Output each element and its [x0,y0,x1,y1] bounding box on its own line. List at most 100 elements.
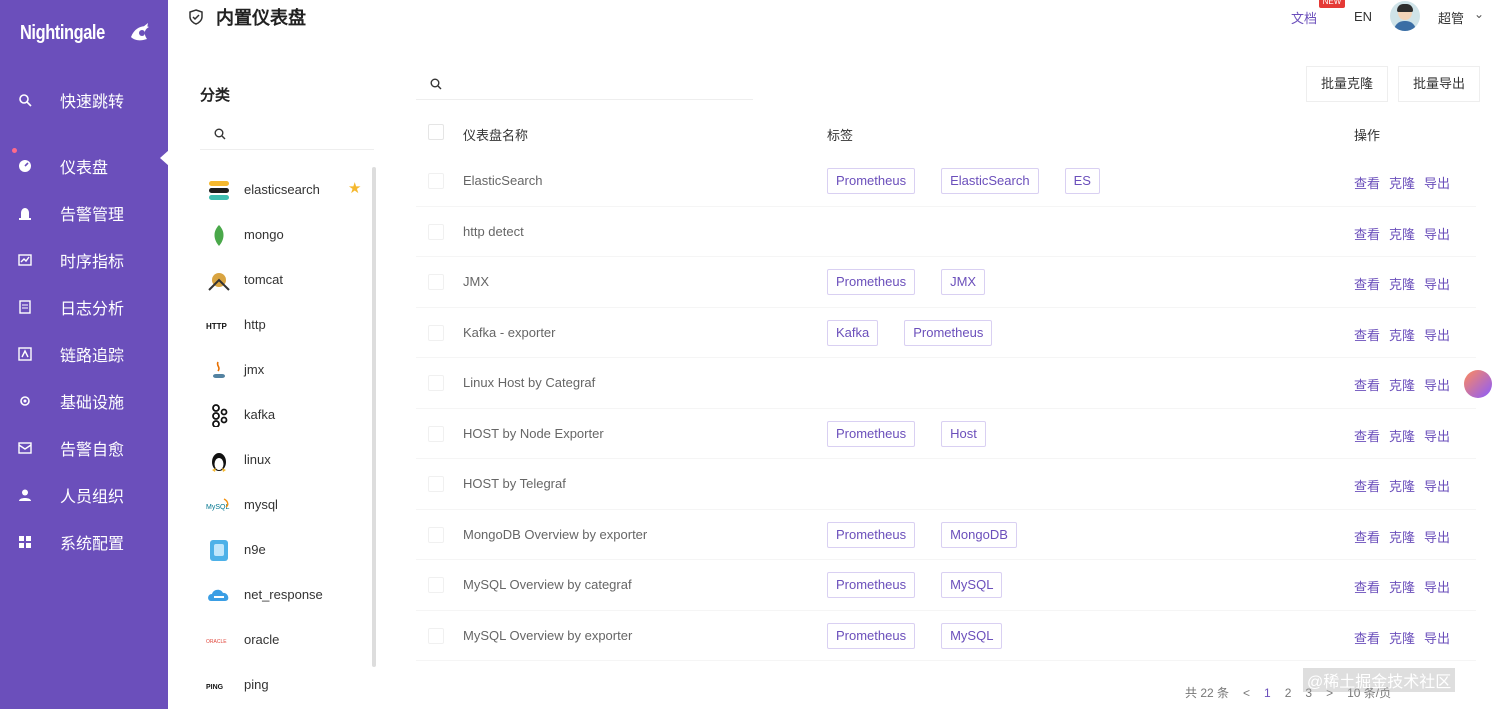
category-item[interactable]: MySQL mysql [206,482,372,527]
batch-clone-button[interactable]: 批量克隆 [1306,66,1389,102]
category-item[interactable]: PING ping [206,662,372,707]
dashboard-search-input[interactable] [416,66,753,100]
row-checkbox[interactable] [428,526,444,543]
export-link[interactable]: 导出 [1424,325,1450,344]
language-switch[interactable]: EN [1354,9,1372,24]
row-checkbox[interactable] [428,476,444,492]
clone-link[interactable]: 克隆 [1389,375,1415,394]
category-item[interactable]: ORACLE oracle [206,617,372,662]
sidebar-item[interactable]: 告警管理 [0,189,168,236]
view-link[interactable]: 查看 [1354,476,1380,495]
dashboard-name[interactable]: MongoDB Overview by exporter [463,527,647,542]
logo[interactable]: Nightingale [20,22,151,45]
export-link[interactable]: 导出 [1424,173,1450,192]
clone-link[interactable]: 克隆 [1389,628,1415,647]
user-name[interactable]: 超管 [1438,8,1464,27]
sidebar-item[interactable]: 系统配置 [0,518,168,565]
pagination-prev-icon[interactable]: < [1243,686,1250,700]
tag-badge[interactable]: MongoDB [941,521,1017,548]
dashboard-name[interactable]: Kafka - exporter [463,325,556,340]
dashboard-name[interactable]: HOST by Node Exporter [463,426,604,441]
view-link[interactable]: 查看 [1354,325,1380,344]
batch-export-button[interactable]: 批量导出 [1398,66,1480,102]
sidebar-item[interactable]: 时序指标 [0,236,168,283]
assistant-float-icon[interactable] [1464,370,1492,398]
pagination-page-1[interactable]: 1 [1264,686,1271,700]
sidebar-item[interactable]: 人员组织 [0,471,168,518]
row-checkbox[interactable] [428,173,444,189]
dashboard-name[interactable]: HOST by Telegraf [463,476,566,491]
export-link[interactable]: 导出 [1424,426,1450,445]
pagination-page-2[interactable]: 2 [1285,686,1292,700]
sidebar-item[interactable]: 仪表盘 [0,142,169,189]
docs-link[interactable]: 文档 [1291,8,1317,27]
tag-badge[interactable]: Host [941,420,986,447]
category-item[interactable]: linux [206,437,372,482]
category-search-input[interactable] [200,118,374,150]
sidebar-item[interactable]: 快速跳转 [0,76,168,123]
clone-link[interactable]: 克隆 [1389,476,1415,495]
clone-link[interactable]: 克隆 [1389,274,1415,293]
tag-badge[interactable]: MySQL [941,572,1003,598]
sidebar-item[interactable]: 链路追踪 [0,330,168,377]
tag-badge[interactable]: ES [1064,168,1100,194]
tag-badge[interactable]: MySQL [941,622,1003,649]
row-checkbox[interactable] [428,274,444,290]
row-checkbox[interactable] [428,375,444,391]
category-item[interactable]: kafka [206,392,372,437]
sidebar-item[interactable]: 日志分析 [0,283,168,330]
clone-link[interactable]: 克隆 [1389,577,1415,596]
tag-badge[interactable]: Kafka [827,319,879,346]
tag-badge[interactable]: Prometheus [827,521,916,548]
tag-badge[interactable]: ElasticSearch [941,168,1039,194]
view-link[interactable]: 查看 [1354,274,1380,293]
category-item[interactable]: HTTP http [206,302,372,347]
category-item[interactable]: tomcat [206,257,372,302]
sidebar-item[interactable]: 基础设施 [0,377,168,424]
tag-badge[interactable]: Prometheus [827,420,916,447]
clone-link[interactable]: 克隆 [1389,224,1415,243]
category-item[interactable]: mongo [206,212,372,257]
dashboard-name[interactable]: MySQL Overview by categraf [463,577,632,592]
export-link[interactable]: 导出 [1424,577,1450,596]
export-link[interactable]: 导出 [1424,375,1450,394]
select-all-checkbox[interactable] [428,124,444,140]
category-item[interactable]: net_response [206,572,372,617]
export-link[interactable]: 导出 [1424,628,1450,647]
clone-link[interactable]: 克隆 [1389,527,1415,546]
row-checkbox[interactable] [428,425,444,442]
category-scrollbar[interactable] [372,167,376,667]
tag-badge[interactable]: JMX [941,269,986,295]
tag-badge[interactable]: Prometheus [904,319,993,346]
export-link[interactable]: 导出 [1424,476,1450,495]
clone-link[interactable]: 克隆 [1389,426,1415,445]
dashboard-name[interactable]: ElasticSearch [463,173,542,188]
view-link[interactable]: 查看 [1354,173,1380,192]
tag-badge[interactable]: Prometheus [827,622,916,649]
category-item[interactable]: n9e [206,527,372,572]
row-checkbox[interactable] [428,577,444,593]
clone-link[interactable]: 克隆 [1389,325,1415,344]
sidebar-item[interactable]: 告警自愈 [0,424,168,471]
chevron-down-icon[interactable]: ⌄ [1474,7,1484,21]
view-link[interactable]: 查看 [1354,577,1380,596]
dashboard-name[interactable]: Linux Host by Categraf [463,375,595,390]
dashboard-name[interactable]: http detect [463,224,524,239]
clone-link[interactable]: 克隆 [1389,173,1415,192]
view-link[interactable]: 查看 [1354,527,1380,546]
export-link[interactable]: 导出 [1424,224,1450,243]
view-link[interactable]: 查看 [1354,375,1380,394]
tag-badge[interactable]: Prometheus [827,572,916,598]
tag-badge[interactable]: Prometheus [827,269,916,295]
view-link[interactable]: 查看 [1354,628,1380,647]
row-checkbox[interactable] [428,223,444,240]
category-item[interactable]: jmx [206,347,372,392]
dashboard-name[interactable]: JMX [463,274,489,289]
export-link[interactable]: 导出 [1424,527,1450,546]
avatar[interactable] [1390,1,1420,31]
star-icon[interactable]: ★ [348,179,361,197]
view-link[interactable]: 查看 [1354,224,1380,243]
row-checkbox[interactable] [428,627,444,644]
category-item[interactable]: elasticsearch ★ [206,167,372,212]
dashboard-name[interactable]: MySQL Overview by exporter [463,628,632,643]
